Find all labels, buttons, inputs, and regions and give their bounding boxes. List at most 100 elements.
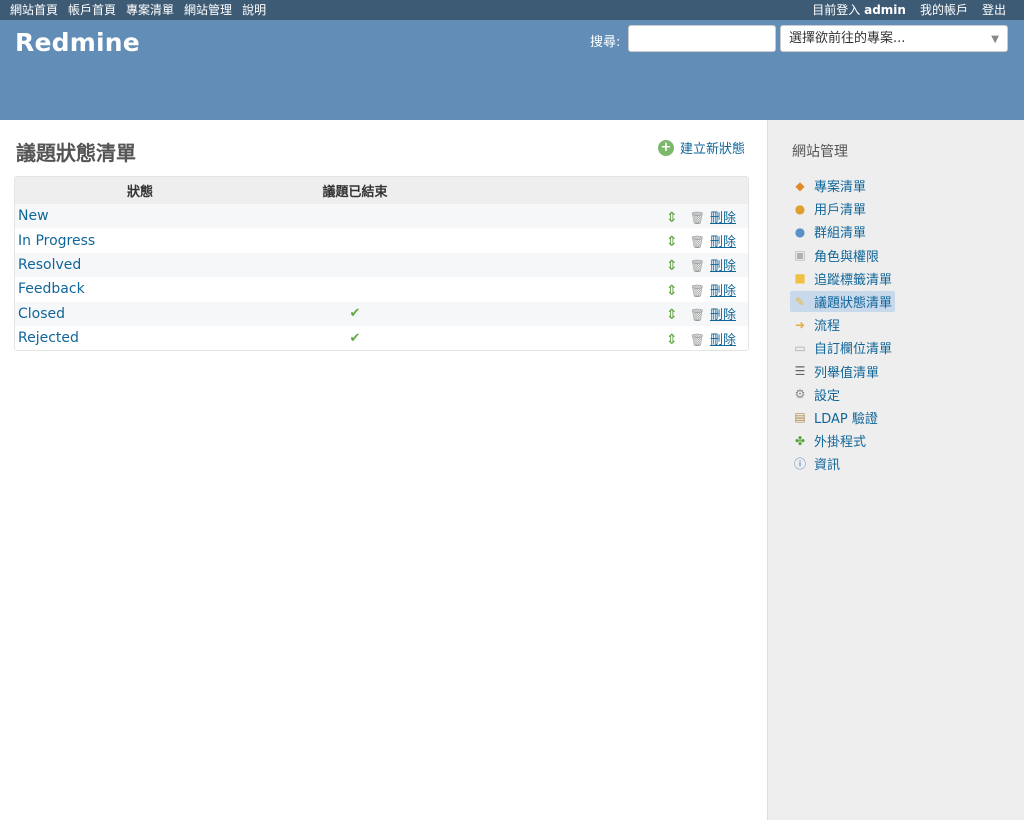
reorder-handle-icon[interactable]: ⇕ — [666, 332, 678, 348]
reorder-handle-icon[interactable]: ⇕ — [666, 258, 678, 274]
page-title: 議題狀態清單 — [16, 141, 136, 165]
reorder-handle-icon[interactable]: ⇕ — [666, 234, 678, 250]
sidebar-item-link[interactable]: ● 用戶清單 — [790, 198, 869, 219]
table-row: Rejected ✔ ⇕ 🗑 刪除 — [15, 325, 748, 351]
status-name-cell: Rejected — [15, 325, 265, 351]
sidebar-item-link[interactable]: ➜ 流程 — [790, 314, 843, 335]
trash-icon[interactable]: 🗑 — [690, 235, 705, 249]
top-menu-home-link[interactable]: 網站首頁 — [10, 0, 58, 20]
sidebar-item-label: 自訂欄位清單 — [814, 342, 893, 358]
delete-link[interactable]: 刪除 — [710, 333, 736, 348]
status-closed-cell: ✔ — [265, 301, 445, 326]
column-header-closed[interactable]: 議題已結束 — [265, 177, 445, 204]
project-jump-select-value: 選擇欲前往的專案... — [789, 31, 906, 46]
top-menu-help-link[interactable]: 說明 — [242, 0, 266, 20]
my-account-link[interactable]: 我的帳戶 — [920, 0, 968, 20]
main-content: 議題狀態清單 + 建立新狀態 狀態 議題已結束 New ⇕ 🗑 刪除 In Progre… — [0, 120, 767, 820]
gear-icon: ⚙ — [794, 387, 806, 402]
table-body: New ⇕ 🗑 刪除 In Progress ⇕ 🗑 刪除 Resolved ⇕ 🗑 刪除 Feedba… — [15, 204, 748, 351]
trash-icon[interactable]: 🗑 — [690, 211, 705, 225]
reorder-handle-icon[interactable]: ⇕ — [666, 307, 678, 323]
sidebar-item-link[interactable]: ⓘ 資訊 — [790, 453, 843, 474]
group-icon: ● — [794, 224, 806, 239]
sidebar-item-link[interactable]: ■ 追蹤標籤清單 — [790, 268, 895, 289]
delete-link[interactable]: 刪除 — [710, 235, 736, 250]
sidebar-item: ✤ 外掛程式 — [790, 429, 1010, 452]
search-label: 搜尋: — [590, 35, 621, 50]
trash-icon[interactable]: 🗑 — [690, 284, 705, 298]
sidebar-item: ➜ 流程 — [790, 313, 1010, 336]
sidebar-item-label: 設定 — [814, 388, 841, 404]
table-row: Closed ✔ ⇕ 🗑 刪除 — [15, 301, 748, 326]
checkmark-icon: ✔ — [349, 330, 361, 346]
sidebar-item-label: 外掛程式 — [814, 435, 867, 451]
logged-in-as: 目前登入 admin — [812, 0, 906, 20]
delete-link[interactable]: 刪除 — [710, 308, 736, 323]
status-buttons-cell: ⇕ 🗑 刪除 — [638, 204, 748, 229]
reorder-handle-icon[interactable]: ⇕ — [666, 283, 678, 299]
sidebar-item-link[interactable]: ✎ 議題狀態清單 — [790, 291, 896, 313]
status-buttons-cell: ⇕ 🗑 刪除 — [638, 325, 748, 351]
sidebar-item-link[interactable]: ☰ 列舉值清單 — [790, 361, 882, 382]
logged-in-user-link[interactable]: admin — [864, 3, 906, 17]
status-name-link[interactable]: In Progress — [18, 233, 95, 249]
sidebar-item-link[interactable]: ▣ 角色與權限 — [790, 245, 882, 266]
sidebar-item: ☰ 列舉值清單 — [790, 360, 1010, 383]
top-menu-my-page-link[interactable]: 帳戶首頁 — [68, 0, 116, 20]
logged-in-prefix: 目前登入 — [812, 3, 861, 17]
column-header-status[interactable]: 狀態 — [15, 177, 265, 204]
sidebar-item-link[interactable]: ▤ LDAP 驗證 — [790, 407, 881, 428]
new-status-link[interactable]: + 建立新狀態 — [658, 138, 745, 157]
sidebar-item-label: 列舉值清單 — [814, 365, 880, 381]
sidebar-item-label: 資訊 — [814, 458, 841, 474]
tracker-icon: ■ — [794, 271, 806, 286]
user-icon: ● — [794, 201, 806, 216]
reorder-handle-icon[interactable]: ⇕ — [666, 210, 678, 226]
sidebar-item-link[interactable]: ◆ 專案清單 — [790, 175, 869, 196]
info-icon: ⓘ — [793, 456, 806, 471]
project-jump-select[interactable]: 選擇欲前往的專案... ▼ — [780, 25, 1008, 52]
status-name-link[interactable]: Closed — [18, 306, 65, 322]
table-row: In Progress ⇕ 🗑 刪除 — [15, 228, 748, 253]
status-name-link[interactable]: Feedback — [18, 281, 85, 297]
app-logo[interactable]: Redmine — [15, 28, 140, 57]
top-menu-projects-link[interactable]: 專案清單 — [126, 0, 174, 20]
status-name-link[interactable]: Rejected — [18, 330, 79, 346]
sidebar-item: ▣ 角色與權限 — [790, 244, 1010, 267]
trash-icon[interactable]: 🗑 — [690, 259, 705, 273]
issue-status-table: 狀態 議題已結束 New ⇕ 🗑 刪除 In Progress ⇕ 🗑 刪除 Resolved ⇕… — [14, 176, 749, 352]
table-row: Feedback ⇕ 🗑 刪除 — [15, 277, 748, 302]
top-menu-administration-link[interactable]: 網站管理 — [184, 0, 232, 20]
table-row: New ⇕ 🗑 刪除 — [15, 204, 748, 229]
sidebar-item-link[interactable]: ● 群組清單 — [790, 221, 869, 242]
column-header-buttons — [638, 177, 748, 204]
sidebar-item-label: 流程 — [814, 319, 841, 335]
sidebar-item-link[interactable]: ✤ 外掛程式 — [790, 430, 869, 451]
column-header-spacer — [445, 177, 638, 204]
status-name-link[interactable]: Resolved — [18, 257, 81, 273]
issue-status-icon: ✎ — [794, 294, 806, 309]
trash-icon[interactable]: 🗑 — [690, 308, 705, 322]
status-name-link[interactable]: New — [18, 208, 49, 224]
new-status-label: 建立新狀態 — [680, 142, 746, 157]
sidebar-item: ■ 追蹤標籤清單 — [790, 267, 1010, 290]
logout-link[interactable]: 登出 — [982, 0, 1006, 20]
spacer-cell — [445, 204, 638, 229]
plugin-icon: ✤ — [794, 433, 806, 448]
sidebar-item-label: 追蹤標籤清單 — [814, 272, 893, 288]
delete-link[interactable]: 刪除 — [710, 284, 736, 299]
checkmark-icon: ✔ — [349, 306, 361, 322]
status-buttons-cell: ⇕ 🗑 刪除 — [638, 228, 748, 253]
search-input[interactable] — [628, 25, 776, 52]
top-menu-left: 網站首頁 帳戶首頁 專案清單 網站管理 說明 — [10, 0, 266, 20]
status-buttons-cell: ⇕ 🗑 刪除 — [638, 252, 748, 278]
delete-link[interactable]: 刪除 — [710, 211, 736, 226]
delete-link[interactable]: 刪除 — [710, 259, 736, 274]
status-closed-cell — [265, 228, 445, 253]
status-closed-cell — [265, 204, 445, 229]
sidebar-item: ▭ 自訂欄位清單 — [790, 336, 1010, 359]
roles-icon: ▣ — [794, 248, 806, 263]
trash-icon[interactable]: 🗑 — [690, 333, 705, 347]
sidebar-item-link[interactable]: ⚙ 設定 — [790, 384, 843, 405]
sidebar-item-link[interactable]: ▭ 自訂欄位清單 — [790, 337, 895, 358]
